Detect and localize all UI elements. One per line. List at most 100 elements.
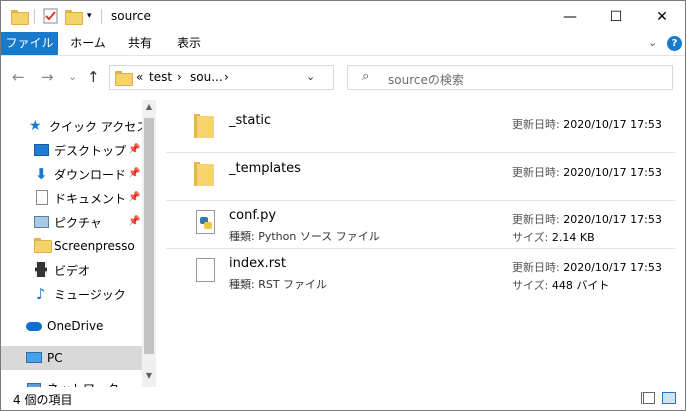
picture-icon — [34, 216, 49, 228]
window-title: source — [111, 9, 151, 23]
breadcrumb-test[interactable]: test — [149, 70, 172, 84]
breadcrumb-overflow[interactable]: « — [136, 70, 143, 84]
address-dropdown-chevron-icon[interactable]: ⌄ — [306, 70, 315, 83]
customize-quick-access-icon[interactable]: ▾ — [87, 7, 92, 25]
pc-icon — [26, 352, 42, 363]
forward-arrow-icon[interactable]: → — [41, 68, 54, 86]
text-file-icon — [196, 258, 215, 282]
modified-date: 更新日時: 2020/10/17 17:53 — [512, 211, 662, 227]
file-type: 種類: Python ソース ファイル — [229, 228, 380, 244]
modified-label: 更新日時: — [512, 213, 560, 226]
scroll-thumb[interactable] — [144, 118, 154, 354]
nav-item-videos[interactable]: ビデオ — [1, 258, 142, 282]
nav-item-label: ピクチャ — [54, 215, 102, 230]
nav-item-desktop[interactable]: デスクトップ 📌 — [1, 138, 142, 162]
title-folder-icon — [11, 7, 29, 25]
modified-value: 2020/10/17 17:53 — [563, 118, 662, 131]
search-box[interactable]: ⌕ sourceの検索 — [347, 65, 673, 90]
tab-view[interactable]: 表示 — [167, 32, 211, 55]
nav-item-label: ミュージック — [54, 287, 126, 302]
address-row: ← → ⌄ ↑ « test › sou... › ⌄ ↻ ⌕ sourceの検… — [1, 56, 685, 100]
nav-item-label: デスクトップ — [54, 143, 127, 158]
modified-date: 更新日時: 2020/10/17 17:53 — [512, 164, 662, 180]
ribbon-tabs: ファイル ホーム 共有 表示 ⌄ ? — [1, 32, 685, 56]
document-icon — [36, 190, 48, 205]
nav-item-screenpresso[interactable]: Screenpresso — [1, 234, 142, 258]
breadcrumb-separator[interactable]: › — [177, 70, 182, 84]
scroll-up-arrow-icon[interactable]: ▲ — [142, 102, 156, 116]
modified-value: 2020/10/17 17:53 — [563, 213, 662, 226]
size-label: サイズ: — [512, 231, 549, 244]
nav-item-label: OneDrive — [47, 319, 104, 333]
file-type: 種類: RST ファイル — [229, 276, 327, 292]
title-separator — [101, 9, 102, 24]
recent-locations-chevron-icon[interactable]: ⌄ — [68, 70, 77, 83]
search-icon: ⌕ — [362, 69, 370, 84]
nav-item-onedrive[interactable]: OneDrive — [1, 314, 142, 338]
nav-item-documents[interactable]: ドキュメント 📌 — [1, 186, 142, 210]
back-arrow-icon[interactable]: ← — [12, 68, 25, 86]
modified-label: 更新日時: — [512, 118, 560, 131]
details-view-icon[interactable] — [641, 392, 655, 404]
file-tile-conf-py[interactable]: conf.py 種類: Python ソース ファイル 更新日時: 2020/1… — [166, 201, 676, 249]
status-bar: 4 個の項目 — [1, 387, 685, 410]
nav-item-label: ドキュメント — [54, 191, 127, 206]
type-value: Python ソース ファイル — [258, 230, 380, 243]
size-value: 2.14 KB — [551, 231, 595, 244]
file-size: サイズ: 448 バイト — [512, 277, 609, 293]
properties-checklist-icon[interactable] — [43, 7, 58, 25]
modified-value: 2020/10/17 17:53 — [563, 261, 662, 274]
breadcrumb-separator[interactable]: › — [224, 70, 229, 84]
file-tile-templates[interactable]: _templates 更新日時: 2020/10/17 17:53 — [166, 149, 676, 197]
pin-icon[interactable]: 📌 — [128, 192, 140, 203]
title-separator — [34, 9, 35, 24]
file-size: サイズ: 2.14 KB — [512, 229, 595, 245]
nav-item-quick-access[interactable]: ★ クイック アクセス — [1, 114, 148, 138]
size-value: 448 バイト — [551, 279, 610, 292]
address-folder-icon — [115, 71, 133, 86]
nav-item-music[interactable]: ♪ ミュージック — [1, 282, 142, 306]
close-button[interactable]: ✕ — [639, 1, 685, 32]
breadcrumb-source[interactable]: sou... — [190, 70, 223, 84]
minimize-button[interactable]: — — [547, 1, 593, 32]
pin-icon[interactable]: 📌 — [128, 216, 140, 227]
tab-home[interactable]: ホーム — [63, 32, 113, 55]
file-tile-index-rst[interactable]: index.rst 種類: RST ファイル 更新日時: 2020/10/17 … — [166, 249, 676, 297]
help-icon[interactable]: ? — [667, 36, 682, 51]
quick-access-star-icon: ★ — [29, 118, 42, 134]
pin-icon[interactable]: 📌 — [128, 144, 140, 155]
nav-item-downloads[interactable]: ⬇ ダウンロード 📌 — [1, 162, 142, 186]
maximize-button[interactable]: ☐ — [593, 1, 639, 32]
address-bar[interactable]: « test › sou... › ⌄ ↻ — [109, 65, 435, 90]
navigation-pane: ★ クイック アクセス デスクトップ 📌 ⬇ ダウンロード 📌 ドキュメント 📌… — [1, 100, 156, 396]
video-icon — [35, 262, 47, 277]
nav-item-label: ビデオ — [54, 263, 91, 278]
nav-item-label: ダウンロード — [54, 167, 127, 182]
modified-date: 更新日時: 2020/10/17 17:53 — [512, 259, 662, 275]
type-label: 種類: — [229, 278, 255, 291]
modified-label: 更新日時: — [512, 261, 560, 274]
item-count: 4 個の項目 — [13, 393, 73, 407]
file-name: conf.py — [229, 208, 277, 223]
nav-pane-scrollbar[interactable]: ▲ ▼ — [142, 100, 156, 387]
desktop-icon — [34, 144, 49, 156]
new-folder-icon[interactable] — [65, 7, 83, 25]
nav-item-pc[interactable]: PC — [1, 346, 142, 370]
tab-file[interactable]: ファイル — [1, 32, 58, 55]
scroll-down-arrow-icon[interactable]: ▼ — [142, 371, 156, 385]
download-icon: ⬇ — [35, 165, 48, 183]
size-label: サイズ: — [512, 279, 549, 292]
up-arrow-icon[interactable]: ↑ — [87, 68, 100, 86]
file-tile-static[interactable]: _static 更新日時: 2020/10/17 17:53 — [166, 101, 676, 149]
nav-item-label: PC — [47, 351, 63, 365]
folder-icon — [194, 162, 214, 186]
modified-date: 更新日時: 2020/10/17 17:53 — [512, 116, 662, 132]
title-bar: ▾ source — ☐ ✕ — [1, 1, 685, 32]
nav-item-pictures[interactable]: ピクチャ 📌 — [1, 210, 142, 234]
file-name: index.rst — [229, 256, 286, 271]
folder-icon — [194, 114, 214, 138]
ribbon-collapse-chevron-icon[interactable]: ⌄ — [648, 36, 657, 49]
tab-share[interactable]: 共有 — [119, 32, 161, 55]
tiles-view-icon[interactable] — [662, 392, 676, 404]
pin-icon[interactable]: 📌 — [128, 168, 140, 179]
